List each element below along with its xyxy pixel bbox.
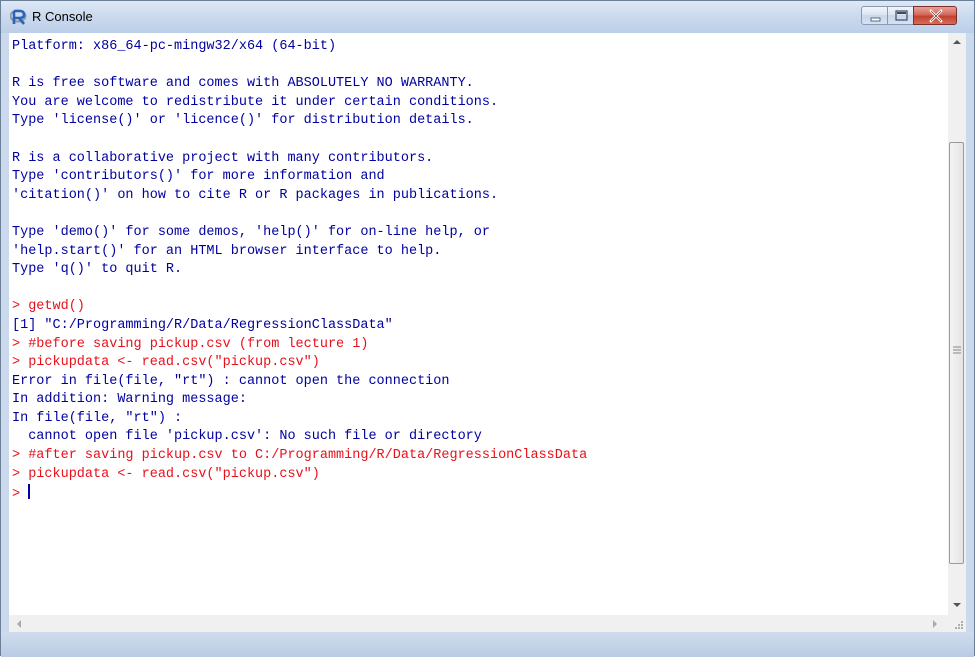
resize-grip-icon[interactable] bbox=[954, 620, 964, 630]
console-output-line: R is a collaborative project with many c… bbox=[12, 150, 434, 166]
console-output-line: Type 'q()' to quit R. bbox=[12, 262, 183, 278]
window-frame-bottom bbox=[1, 632, 974, 657]
scroll-up-arrow-icon[interactable] bbox=[952, 38, 962, 46]
scroll-right-arrow-icon[interactable] bbox=[931, 619, 939, 629]
console-output-line: cannot open file 'pickup.csv': No such f… bbox=[12, 429, 482, 445]
console-input-line: > getwd() bbox=[12, 299, 85, 315]
window-frame-left bbox=[1, 33, 9, 632]
console-input-line: > pickupdata <- read.csv("pickup.csv") bbox=[12, 355, 320, 371]
console-output-line: R is free software and comes with ABSOLU… bbox=[12, 76, 474, 92]
console-output-line: In addition: Warning message: bbox=[12, 392, 247, 408]
console-output-line: Type 'contributors()' for more informati… bbox=[12, 169, 385, 185]
window-frame-right bbox=[966, 33, 974, 632]
console-input-line: > pickupdata <- read.csv("pickup.csv") bbox=[12, 466, 320, 482]
text-cursor bbox=[28, 484, 31, 500]
vertical-scroll-thumb[interactable] bbox=[949, 142, 964, 564]
console-output[interactable]: Platform: x86_64-pc-mingw32/x64 (64-bit)… bbox=[9, 33, 948, 615]
minimize-icon bbox=[870, 17, 881, 22]
console-output-line: Error in file(file, "rt") : cannot open … bbox=[12, 373, 450, 389]
vertical-scrollbar[interactable] bbox=[948, 33, 966, 615]
grip-lines-icon bbox=[953, 346, 961, 354]
close-button[interactable] bbox=[913, 6, 957, 25]
console-output-line: Type 'demo()' for some demos, 'help()' f… bbox=[12, 224, 490, 240]
console-output-line: In file(file, "rt") : bbox=[12, 410, 183, 426]
window-title: R Console bbox=[32, 9, 93, 24]
console-output-line: You are welcome to redistribute it under… bbox=[12, 94, 499, 110]
maximize-button[interactable] bbox=[887, 6, 914, 25]
scrollbar-corner bbox=[948, 615, 966, 632]
scroll-left-arrow-icon[interactable] bbox=[15, 619, 23, 629]
r-logo-icon bbox=[9, 8, 27, 25]
console-text[interactable]: Platform: x86_64-pc-mingw32/x64 (64-bit)… bbox=[9, 33, 948, 505]
horizontal-scrollbar[interactable] bbox=[9, 615, 948, 632]
console-output-line: [1] "C:/Programming/R/Data/RegressionCla… bbox=[12, 317, 393, 333]
scroll-down-arrow-icon[interactable] bbox=[952, 601, 962, 609]
console-prompt[interactable]: > bbox=[12, 487, 28, 502]
title-bar[interactable]: R Console bbox=[1, 1, 974, 33]
maximize-icon bbox=[895, 10, 908, 21]
console-output-line: 'help.start()' for an HTML browser inter… bbox=[12, 243, 442, 259]
console-input-line: > #after saving pickup.csv to C:/Program… bbox=[12, 448, 588, 464]
r-console-window: R Console Platform: x86_64-pc-mingw32/x6… bbox=[0, 0, 975, 657]
console-input-line: > #before saving pickup.csv (from lectur… bbox=[12, 336, 369, 352]
minimize-button[interactable] bbox=[861, 6, 888, 25]
console-output-line: Platform: x86_64-pc-mingw32/x64 (64-bit) bbox=[12, 39, 337, 54]
console-output-line: Type 'license()' or 'licence()' for dist… bbox=[12, 113, 474, 129]
close-icon bbox=[929, 9, 943, 23]
console-output-line: 'citation()' on how to cite R or R packa… bbox=[12, 187, 499, 203]
